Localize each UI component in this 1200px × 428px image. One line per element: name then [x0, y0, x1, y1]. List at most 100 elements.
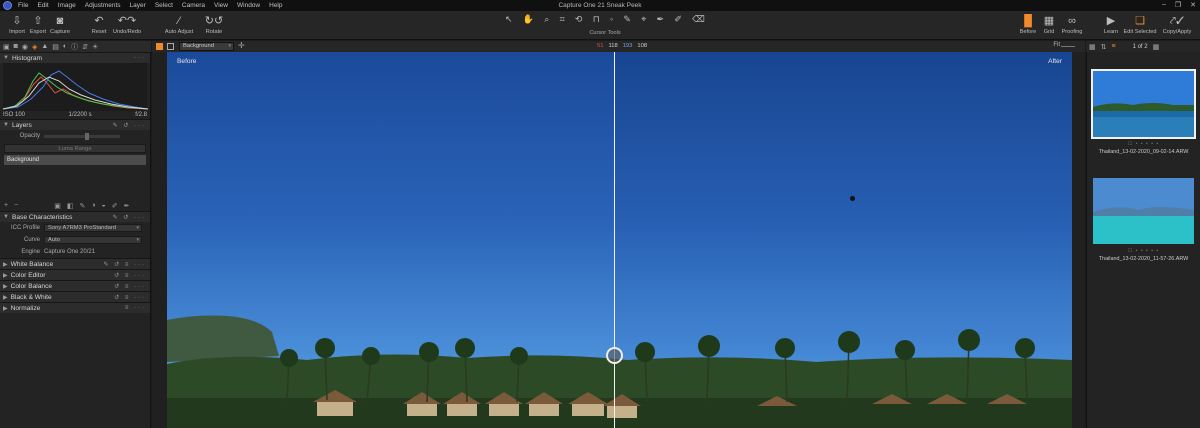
- base-characteristics-header[interactable]: ▼ Base Characteristics ✎ ↺ ···: [0, 211, 150, 222]
- capture-button[interactable]: ◙ Capture: [43, 14, 77, 35]
- chevron-right-icon: ▶: [3, 294, 8, 301]
- white-balance-header[interactable]: ▶ White Balance ✎ ↺ ≡ ···: [0, 258, 150, 269]
- chevron-down-icon: ▼: [3, 122, 9, 128]
- app-logo-icon[interactable]: [3, 1, 12, 10]
- layer-select[interactable]: Background ▾: [179, 42, 234, 51]
- color-editor-header[interactable]: ▶ Color Editor ↺ ≡ ···: [0, 269, 150, 280]
- add-layer-icon[interactable]: +: [4, 202, 8, 209]
- engine-value: Capture One 20/21: [44, 249, 96, 255]
- keystone-icon[interactable]: ⊓: [593, 14, 600, 25]
- add-layer-icon[interactable]: ✛: [238, 41, 245, 50]
- edit-selected-button[interactable]: ❏ Edit Selected: [1123, 14, 1157, 35]
- auto-adjust-button[interactable]: ⁄ Auto Adjust: [162, 14, 196, 35]
- straighten-icon[interactable]: ⟲: [575, 14, 583, 25]
- erase-mask-icon[interactable]: ✐: [112, 202, 118, 210]
- panel-actions-icon[interactable]: ✎ ↺ ···: [113, 122, 146, 129]
- exposure-tab-icon[interactable]: ◈: [32, 43, 37, 51]
- picker-icon[interactable]: ⌖: [641, 14, 646, 25]
- minimize-icon[interactable]: –: [1162, 1, 1166, 9]
- color-tab-icon[interactable]: ▲: [41, 43, 48, 50]
- histogram-header[interactable]: ▼ Histogram ···: [0, 52, 150, 63]
- menu-camera[interactable]: Camera: [182, 2, 205, 9]
- opacity-slider[interactable]: [44, 132, 120, 140]
- select-cursor-icon[interactable]: ↖: [505, 14, 513, 25]
- menu-file[interactable]: File: [18, 2, 28, 9]
- rating-stars[interactable]: ☐ • • • • •: [1093, 248, 1194, 254]
- eraser-icon[interactable]: ⌫: [692, 14, 705, 25]
- layer-background[interactable]: Background: [4, 155, 146, 165]
- zoom-slider[interactable]: [1061, 46, 1075, 47]
- wb-picker-icon[interactable]: ✒: [657, 14, 665, 25]
- close-icon[interactable]: ✕: [1190, 1, 1196, 9]
- panel-actions-icon[interactable]: ✎ ↺ ≡ ···: [103, 261, 146, 268]
- curve-select[interactable]: Auto ▾: [44, 236, 142, 244]
- remove-layer-icon[interactable]: −: [14, 202, 18, 209]
- panel-actions-icon[interactable]: ↺ ≡ ···: [114, 294, 146, 301]
- menu-layer[interactable]: Layer: [130, 2, 146, 9]
- split-divider[interactable]: [614, 52, 615, 428]
- menu-help[interactable]: Help: [269, 2, 282, 9]
- crop-icon[interactable]: ⌗: [560, 14, 565, 25]
- zoom-icon[interactable]: ⌕: [544, 14, 549, 25]
- output-tab-icon[interactable]: ⇵: [82, 43, 88, 51]
- pan-hand-icon[interactable]: ✋: [523, 14, 534, 25]
- layers-header[interactable]: ▼ Layers ✎ ↺ ···: [0, 119, 150, 130]
- icc-profile-select[interactable]: Sony A7RM3 ProStandard ▾: [44, 224, 142, 232]
- split-handle[interactable]: [606, 347, 623, 364]
- brush-mask-icon[interactable]: ✎: [79, 202, 85, 210]
- browser-menu-icon[interactable]: ▦: [1153, 43, 1160, 51]
- window-controls: – ❐ ✕: [1162, 1, 1196, 9]
- thumbnail-1[interactable]: ☐ • • • • • Thailand_13-02-2020_09-02-14…: [1091, 69, 1196, 155]
- copy-apply-button[interactable]: ⤤✓ Copy/Apply: [1160, 14, 1194, 35]
- more-icon[interactable]: ···: [134, 55, 146, 61]
- thumbnail-image[interactable]: [1091, 69, 1196, 139]
- luma-range-button[interactable]: Luma Range: [4, 144, 146, 153]
- restore-icon[interactable]: ❐: [1175, 1, 1181, 9]
- panel-actions-icon[interactable]: ≡ ···: [125, 305, 146, 311]
- zoom-fit[interactable]: Fit: [1053, 42, 1060, 48]
- details-tab-icon[interactable]: ▤: [52, 43, 59, 51]
- list-view-icon[interactable]: ≡: [1112, 43, 1116, 50]
- spot-icon[interactable]: ◦: [610, 14, 613, 25]
- fill-mask-icon[interactable]: ◧: [67, 202, 74, 210]
- color-balance-header[interactable]: ▶ Color Balance ↺ ≡ ···: [0, 280, 150, 291]
- lens-tab-icon[interactable]: ◉: [22, 43, 28, 51]
- thumbnail-image[interactable]: [1093, 178, 1194, 244]
- panel-actions-icon[interactable]: ↺ ≡ ···: [114, 283, 146, 290]
- edit-selected-icon: ❏: [1135, 15, 1145, 27]
- library-tab-icon[interactable]: ▣: [3, 43, 10, 51]
- annotate-icon[interactable]: ✐: [674, 14, 682, 25]
- invert-mask-icon[interactable]: ◑: [91, 202, 95, 209]
- grid-view-icon[interactable]: [156, 43, 163, 50]
- proofing-button[interactable]: ∞ Proofing: [1055, 14, 1089, 35]
- brush-icon[interactable]: ✎: [623, 14, 631, 25]
- menu-adjustments[interactable]: Adjustments: [85, 2, 121, 9]
- photo[interactable]: Before After: [167, 52, 1072, 428]
- gradient-mask-icon[interactable]: ◒: [102, 202, 106, 209]
- capture-tab-icon[interactable]: ◙: [14, 43, 18, 50]
- rating-stars[interactable]: ☐ • • • • •: [1093, 141, 1194, 147]
- black-white-header[interactable]: ▶ Black & White ↺ ≡ ···: [0, 291, 150, 302]
- menu-image[interactable]: Image: [58, 2, 76, 9]
- panel-actions-icon[interactable]: ↺ ≡ ···: [114, 272, 146, 279]
- refine-mask-icon[interactable]: ✒: [124, 202, 130, 210]
- single-view-icon[interactable]: [167, 43, 174, 50]
- thumbnail-2[interactable]: ☐ • • • • • Thailand_13-02-2020_11-57-26…: [1093, 178, 1194, 262]
- sort-icon[interactable]: ⇅: [1101, 43, 1107, 51]
- menu-edit[interactable]: Edit: [37, 2, 48, 9]
- panel-actions-icon[interactable]: ✎ ↺ ···: [113, 214, 146, 221]
- menu-window[interactable]: Window: [237, 2, 260, 9]
- adjust-tab-icon[interactable]: ◐: [63, 43, 67, 50]
- normalize-header[interactable]: ▶ Normalize ≡ ···: [0, 302, 150, 313]
- rotate-button[interactable]: ↻↺ Rotate: [197, 14, 231, 35]
- opacity-slider-knob[interactable]: [85, 132, 90, 140]
- menu-select[interactable]: Select: [155, 2, 173, 9]
- menu-view[interactable]: View: [214, 2, 228, 9]
- layer-mask-icon[interactable]: ▣: [54, 202, 61, 210]
- chevron-down-icon: ▼: [3, 55, 9, 61]
- styles-tab-icon[interactable]: ☀: [92, 43, 98, 51]
- undo-redo-button[interactable]: ↶↷ Undo/Redo: [110, 14, 144, 35]
- image-viewer[interactable]: Before After: [152, 52, 1085, 428]
- grid-view-icon[interactable]: ▦: [1089, 43, 1096, 51]
- metadata-tab-icon[interactable]: ⓘ: [71, 42, 78, 52]
